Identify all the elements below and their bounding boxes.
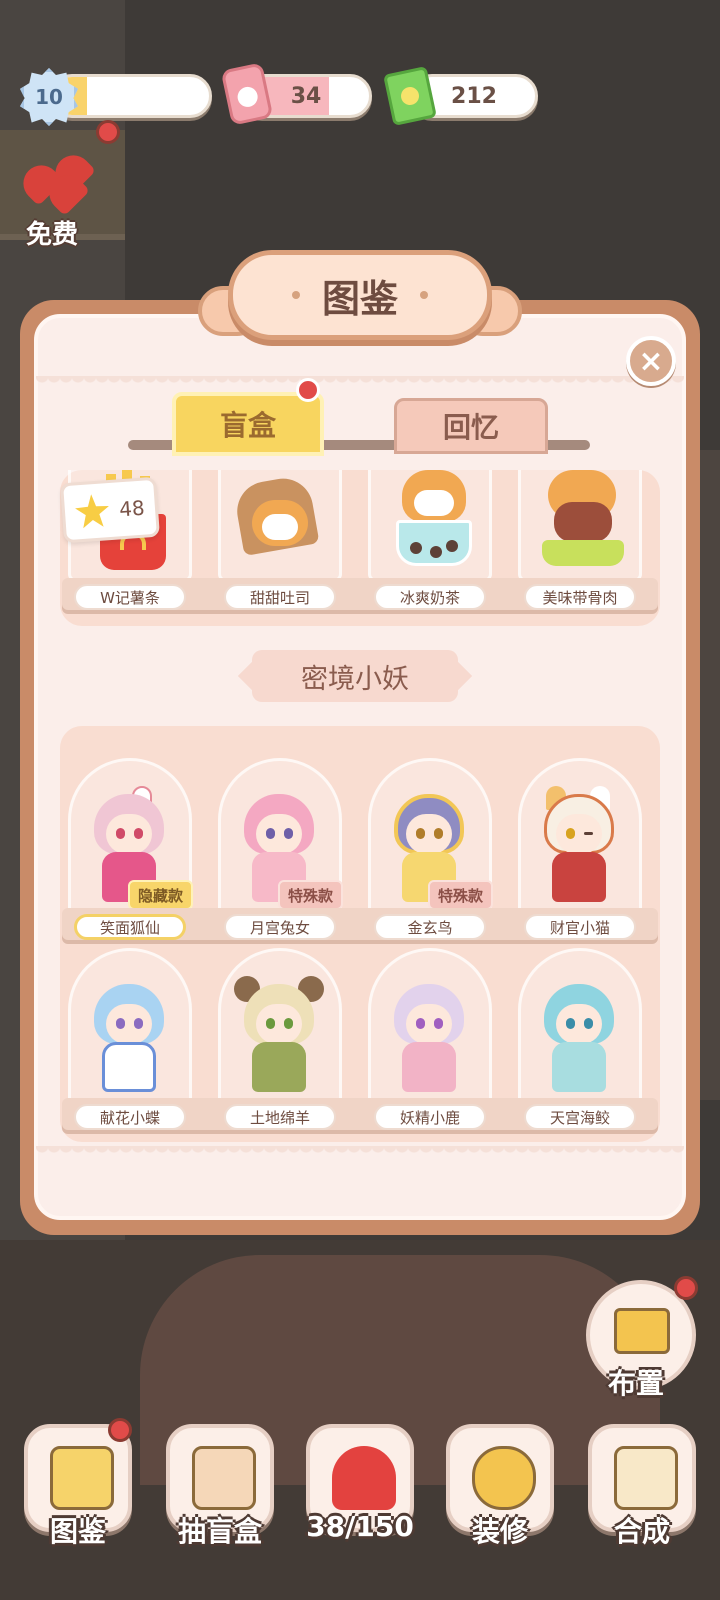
- close-button[interactable]: ×: [626, 336, 676, 386]
- item-label: 土地绵羊: [224, 1104, 336, 1130]
- hearts-icon: [15, 147, 98, 217]
- bottom-label: 抽盲盒: [177, 1515, 262, 1548]
- star-icon: [74, 493, 110, 529]
- tag-special: 特殊款: [278, 880, 344, 910]
- section-title-text: 密境小妖: [301, 663, 409, 695]
- box-icon: [614, 1308, 670, 1354]
- energy-bottle-icon: [220, 62, 274, 126]
- fairy-deer-figure[interactable]: [384, 976, 474, 1096]
- star-count: 48: [118, 495, 146, 522]
- bone-meat-dog-figure[interactable]: [534, 470, 634, 570]
- tab-blind-box-label: 盲盒: [219, 409, 276, 442]
- close-icon: ×: [638, 343, 664, 379]
- energy-value: 34: [290, 83, 322, 109]
- bottom-label: 合成: [613, 1515, 670, 1548]
- sheep-figure[interactable]: [234, 976, 324, 1096]
- book-icon: [50, 1446, 114, 1510]
- tab-blind-box[interactable]: 盲盒: [172, 392, 324, 456]
- free-notification-dot: [96, 120, 120, 144]
- milk-tea-dog-figure[interactable]: [384, 470, 484, 570]
- panel-title-plate: 图鉴: [228, 250, 492, 340]
- item-label: 月宫兔女: [224, 914, 336, 940]
- level-value: 10: [35, 85, 63, 109]
- item-label: 金玄鸟: [374, 914, 486, 940]
- title-dot-icon: [291, 291, 300, 299]
- free-button[interactable]: 免费: [6, 140, 116, 250]
- clipboard-icon: [614, 1446, 678, 1510]
- heart-icon: [332, 1446, 396, 1510]
- tab-notification-dot: [296, 378, 320, 402]
- title-dot-icon: [420, 291, 428, 299]
- section-title: 密境小妖: [252, 650, 458, 702]
- star-count-badge[interactable]: 48: [60, 476, 160, 544]
- item-label: 献花小蝶: [74, 1104, 186, 1130]
- gacha-machine-icon: [192, 1446, 256, 1510]
- sea-dragon-figure[interactable]: [534, 976, 624, 1096]
- paint-roller-icon: [472, 1446, 536, 1510]
- fortune-cat-figure[interactable]: [534, 786, 624, 906]
- panel-title: 图鉴: [321, 276, 398, 321]
- item-label: 妖精小鹿: [374, 1104, 486, 1130]
- item-label: 甜甜吐司: [224, 584, 336, 610]
- panel-scallop-bottom: [36, 1146, 684, 1158]
- item-label: 美味带骨肉: [524, 584, 636, 610]
- free-label: 免费: [26, 220, 79, 250]
- tab-memories[interactable]: 回忆: [394, 398, 548, 454]
- item-label: 笑面狐仙: [74, 914, 186, 940]
- tab-memories-label: 回忆: [442, 411, 499, 444]
- cash-value: 212: [451, 83, 497, 109]
- layout-notification-dot: [674, 1276, 698, 1300]
- collection-notification-dot: [108, 1418, 132, 1442]
- item-label: 财官小猫: [524, 914, 636, 940]
- item-label: 天宫海鲛: [524, 1104, 636, 1130]
- layout-label: 布置: [607, 1367, 664, 1400]
- toast-dog-figure[interactable]: [232, 470, 332, 570]
- bottom-label: 图鉴: [49, 1515, 106, 1548]
- item-label: W记薯条: [74, 584, 186, 610]
- tag-hidden: 隐藏款: [128, 880, 194, 910]
- butterfly-figure[interactable]: [84, 976, 174, 1096]
- panel-scallop-top: [36, 376, 684, 388]
- bottom-label: 38/150: [306, 1510, 414, 1543]
- item-label: 冰爽奶茶: [374, 584, 486, 610]
- tag-special: 特殊款: [428, 880, 494, 910]
- bottom-label: 装修: [471, 1515, 528, 1548]
